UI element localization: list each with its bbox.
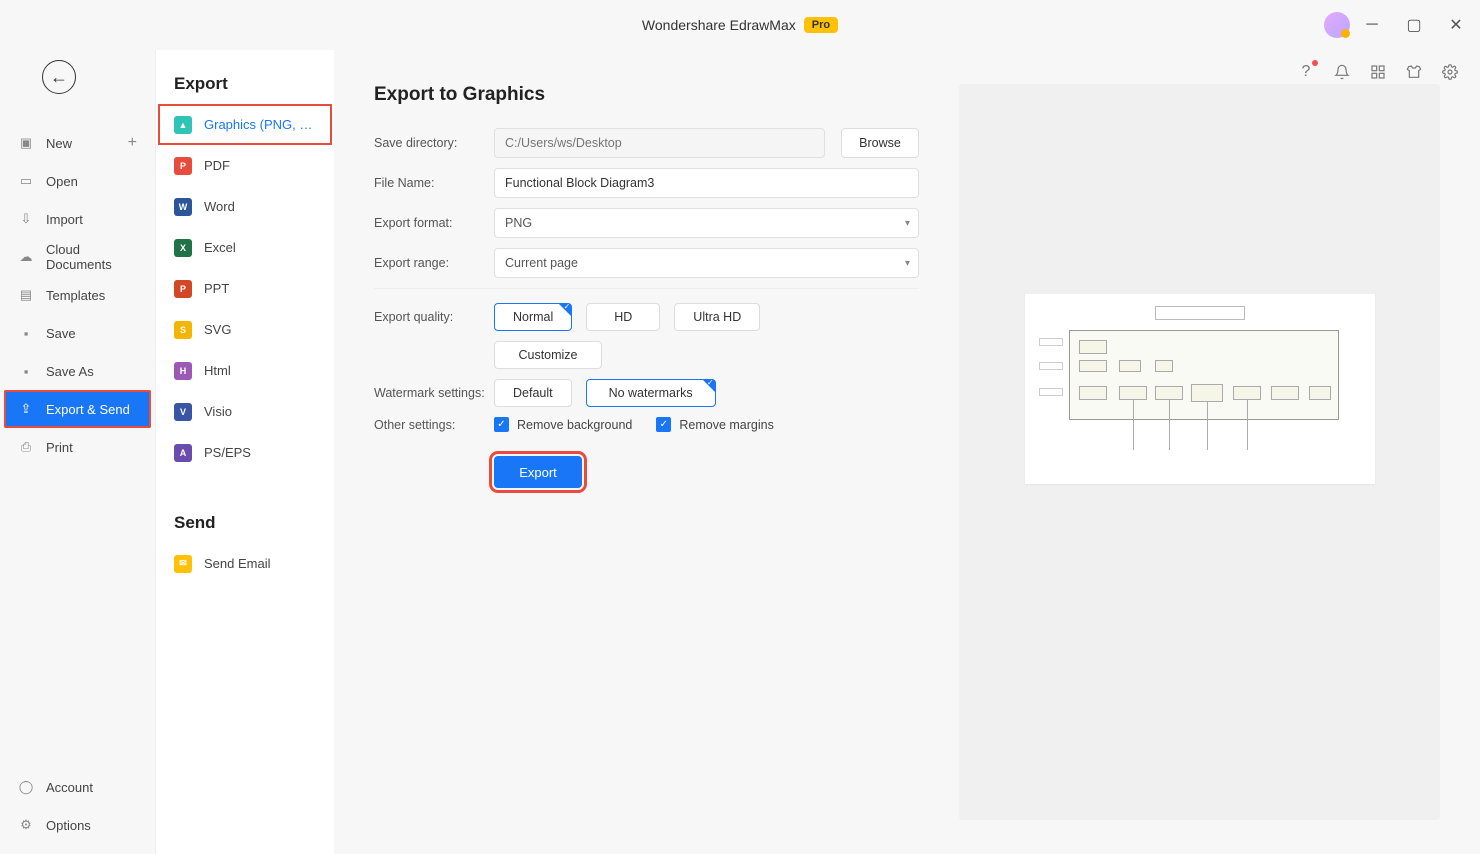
graphics-icon: ▲	[174, 116, 192, 134]
format-excel[interactable]: XExcel	[156, 227, 334, 268]
plus-icon[interactable]: +	[128, 134, 137, 152]
visio-icon: V	[174, 403, 192, 421]
preview-thumbnail	[1025, 294, 1375, 484]
back-button[interactable]: ←	[42, 60, 76, 94]
format-visio[interactable]: VVisio	[156, 391, 334, 432]
pseps-icon: A	[174, 444, 192, 462]
watermark-none[interactable]: No watermarks	[586, 379, 716, 407]
quality-label: Export quality:	[374, 310, 494, 324]
send-email[interactable]: ✉Send Email	[156, 543, 334, 584]
save-dir-label: Save directory:	[374, 136, 494, 150]
pdf-icon: P	[174, 157, 192, 175]
avatar-icon[interactable]	[1324, 12, 1350, 38]
excel-icon: X	[174, 239, 192, 257]
gear-icon[interactable]	[1440, 62, 1460, 82]
html-icon: H	[174, 362, 192, 380]
templates-icon: ▤	[18, 287, 34, 303]
page-title: Export to Graphics	[374, 84, 919, 106]
format-label: Export format:	[374, 216, 494, 230]
nav-export-send[interactable]: ⇪Export & Send	[4, 390, 151, 428]
format-select[interactable]: PNG	[494, 208, 919, 238]
app-title: Wondershare EdrawMax	[642, 17, 796, 33]
nav-save[interactable]: ▪Save	[0, 314, 155, 352]
format-word[interactable]: WWord	[156, 186, 334, 227]
plus-square-icon: ▣	[18, 135, 34, 151]
quality-normal[interactable]: Normal	[494, 303, 572, 331]
save-dir-input[interactable]	[494, 128, 825, 158]
format-pseps[interactable]: APS/EPS	[156, 432, 334, 473]
browse-button[interactable]: Browse	[841, 128, 919, 158]
nav-options[interactable]: ⚙Options	[0, 806, 155, 844]
apps-icon[interactable]	[1368, 62, 1388, 82]
chk-remove-margins[interactable]: ✓Remove margins	[656, 417, 773, 432]
bell-icon[interactable]	[1332, 62, 1352, 82]
filename-label: File Name:	[374, 176, 494, 190]
filename-input[interactable]	[494, 168, 919, 198]
pro-badge: Pro	[804, 17, 838, 33]
range-label: Export range:	[374, 256, 494, 270]
preview-panel	[959, 84, 1440, 820]
cloud-icon: ☁	[18, 249, 34, 265]
nav-print[interactable]: ⎙Print	[0, 428, 155, 466]
shirt-icon[interactable]	[1404, 62, 1424, 82]
print-icon: ⎙	[18, 439, 34, 455]
maximize-button[interactable]: ▢	[1400, 11, 1428, 39]
range-select[interactable]: Current page	[494, 248, 919, 278]
minimize-button[interactable]: ─	[1358, 11, 1386, 39]
export-heading: Export	[156, 74, 334, 104]
nav-cloud[interactable]: ☁Cloud Documents	[0, 238, 155, 276]
send-heading: Send	[156, 513, 334, 543]
gear-icon: ⚙	[18, 817, 34, 833]
quality-ultrahd[interactable]: Ultra HD	[674, 303, 760, 331]
save-icon: ▪	[18, 325, 34, 341]
nav-open[interactable]: ▭Open	[0, 162, 155, 200]
word-icon: W	[174, 198, 192, 216]
format-html[interactable]: HHtml	[156, 350, 334, 391]
nav-import[interactable]: ⇩Import	[0, 200, 155, 238]
sidebar-primary: ← ▣New+ ▭Open ⇩Import ☁Cloud Documents ▤…	[0, 50, 156, 854]
nav-new[interactable]: ▣New+	[0, 124, 155, 162]
format-svg[interactable]: SSVG	[156, 309, 334, 350]
format-ppt[interactable]: PPPT	[156, 268, 334, 309]
check-icon: ✓	[494, 417, 509, 432]
watermark-label: Watermark settings:	[374, 386, 494, 400]
nav-templates[interactable]: ▤Templates	[0, 276, 155, 314]
check-icon: ✓	[656, 417, 671, 432]
watermark-default[interactable]: Default	[494, 379, 572, 407]
format-graphics[interactable]: ▲Graphics (PNG, JPG e...	[158, 104, 332, 145]
chk-remove-bg[interactable]: ✓Remove background	[494, 417, 632, 432]
folder-icon: ▭	[18, 173, 34, 189]
format-pdf[interactable]: PPDF	[156, 145, 334, 186]
quality-hd[interactable]: HD	[586, 303, 660, 331]
nav-account[interactable]: ◯Account	[0, 768, 155, 806]
import-icon: ⇩	[18, 211, 34, 227]
help-icon[interactable]: ?	[1296, 62, 1316, 82]
saveas-icon: ▪	[18, 363, 34, 379]
export-icon: ⇪	[18, 401, 34, 417]
close-button[interactable]: ✕	[1442, 11, 1470, 39]
quality-customize[interactable]: Customize	[494, 341, 602, 369]
nav-saveas[interactable]: ▪Save As	[0, 352, 155, 390]
sidebar-secondary: Export ▲Graphics (PNG, JPG e... PPDF WWo…	[156, 50, 334, 854]
svg-icon: S	[174, 321, 192, 339]
ppt-icon: P	[174, 280, 192, 298]
account-icon: ◯	[18, 779, 34, 795]
export-button[interactable]: Export	[494, 456, 582, 488]
email-icon: ✉	[174, 555, 192, 573]
other-label: Other settings:	[374, 418, 494, 432]
